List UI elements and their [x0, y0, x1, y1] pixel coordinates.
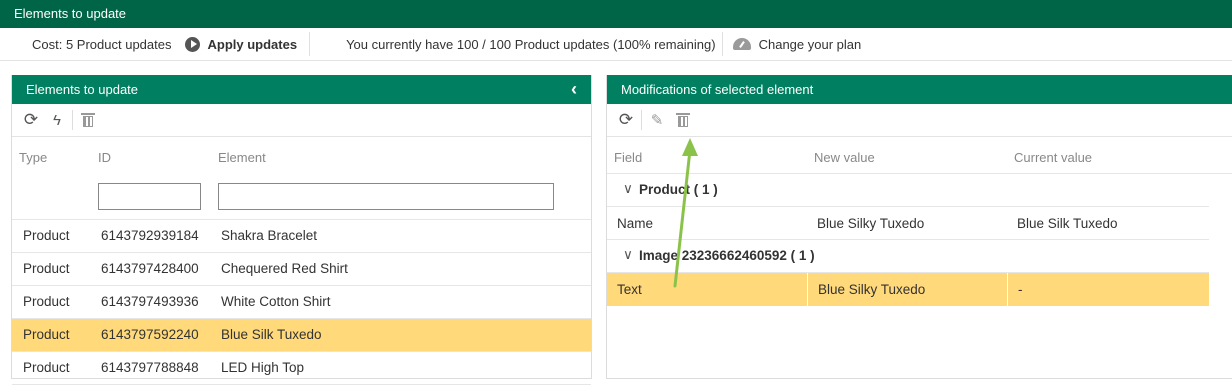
cell-id: 6143792939184 [101, 228, 199, 243]
column-field[interactable]: Field [614, 150, 642, 165]
table-row-selected[interactable]: Text Blue Silky Tuxedo - [607, 273, 1209, 306]
modifications-panel-toolbar: ⟳ ✎ [607, 104, 1232, 137]
elements-table-body: Product 6143792939184 Shakra Bracelet Pr… [12, 220, 591, 385]
chevron-down-icon[interactable]: ∨ [623, 181, 633, 197]
cell-id: 6143797788848 [101, 360, 199, 375]
table-row[interactable]: Product 6143797428400 Chequered Red Shir… [12, 253, 591, 286]
cell-field: Text [607, 273, 807, 306]
cell-new-value: Blue Silky Tuxedo [817, 216, 925, 231]
trash-icon[interactable] [670, 107, 696, 133]
modifications-panel-title: Modifications of selected element [621, 82, 814, 97]
modifications-panel-header: Modifications of selected element [607, 75, 1232, 104]
group-label: Product ( 1 ) [639, 182, 718, 197]
refresh-icon[interactable]: ⟳ [613, 107, 639, 133]
column-current-value[interactable]: Current value [1014, 150, 1092, 165]
divider [72, 110, 73, 130]
group-row[interactable]: ∨ Image 23236662460592 ( 1 ) [607, 240, 1209, 273]
table-row[interactable]: Product 6143792939184 Shakra Bracelet [12, 220, 591, 253]
cell-element: LED High Top [221, 360, 305, 375]
refresh-icon[interactable]: ⟳ [18, 107, 44, 133]
column-new-value[interactable]: New value [814, 150, 875, 165]
cell-new-value: Blue Silky Tuxedo [807, 273, 1007, 306]
cell-element: Chequered Red Shirt [221, 261, 348, 276]
modifications-table-body: ∨ Product ( 1 ) Name Blue Silky Tuxedo B… [607, 174, 1209, 306]
cell-id: 6143797493936 [101, 294, 199, 309]
elements-panel-toolbar: ⟳ ϟ [12, 104, 591, 137]
cell-element: Blue Silk Tuxedo [221, 327, 322, 342]
column-id[interactable]: ID [98, 150, 111, 165]
cell-field: Name [617, 216, 654, 231]
apply-updates-button[interactable]: Apply updates [185, 28, 309, 61]
modifications-panel: Modifications of selected element ⟳ ✎ Fi… [606, 75, 1232, 379]
id-filter-input[interactable] [98, 183, 201, 210]
divider [641, 110, 642, 130]
play-icon [185, 36, 201, 52]
cell-current-value: - [1007, 273, 1209, 306]
window-title: Elements to update [0, 0, 1232, 28]
chevron-down-icon[interactable]: ∨ [623, 247, 633, 263]
pencil-icon[interactable]: ✎ [644, 107, 670, 133]
apply-updates-label: Apply updates [207, 36, 298, 52]
group-label: Image 23236662460592 ( 1 ) [639, 248, 815, 263]
filter-row [12, 175, 591, 220]
table-header: Type ID Element [12, 137, 591, 175]
cell-type: Product [23, 228, 70, 243]
table-header: Field New value Current value [607, 137, 1232, 174]
group-row[interactable]: ∨ Product ( 1 ) [607, 174, 1209, 207]
column-type[interactable]: Type [19, 150, 47, 165]
top-toolbar: Cost: 5 Product updates Apply updates Yo… [0, 28, 1232, 61]
cell-id: 6143797428400 [101, 261, 199, 276]
elements-panel-title: Elements to update [26, 82, 139, 97]
cost-label: Cost: 5 Product updates [32, 36, 172, 52]
quota-text: You currently have 100 / 100 Product upd… [346, 36, 716, 52]
cell-type: Product [23, 261, 70, 276]
bolt-icon[interactable]: ϟ [44, 107, 70, 133]
column-element[interactable]: Element [218, 150, 266, 165]
elements-panel: Elements to update ‹ ⟳ ϟ Type ID Element… [11, 75, 592, 385]
cell-id: 6143797592240 [101, 327, 199, 342]
cell-type: Product [23, 294, 70, 309]
gauge-icon [732, 38, 751, 50]
element-filter-input[interactable] [218, 183, 554, 210]
chevron-left-icon[interactable]: ‹ [571, 75, 577, 104]
cell-type: Product [23, 327, 70, 342]
change-plan-button[interactable]: Change your plan [723, 28, 862, 61]
table-row[interactable]: Product 6143797493936 White Cotton Shirt [12, 286, 591, 319]
cell-type: Product [23, 360, 70, 375]
elements-panel-header: Elements to update ‹ [12, 75, 591, 104]
table-row-selected[interactable]: Product 6143797592240 Blue Silk Tuxedo [12, 319, 591, 352]
cell-element: Shakra Bracelet [221, 228, 318, 243]
table-row[interactable]: Name Blue Silky Tuxedo Blue Silk Tuxedo [607, 207, 1209, 240]
cell-element: White Cotton Shirt [221, 294, 331, 309]
change-plan-label: Change your plan [758, 36, 862, 52]
cell-current-value: Blue Silk Tuxedo [1017, 216, 1118, 231]
table-row[interactable]: Product 6143797788848 LED High Top [12, 352, 591, 385]
trash-icon[interactable] [75, 107, 101, 133]
